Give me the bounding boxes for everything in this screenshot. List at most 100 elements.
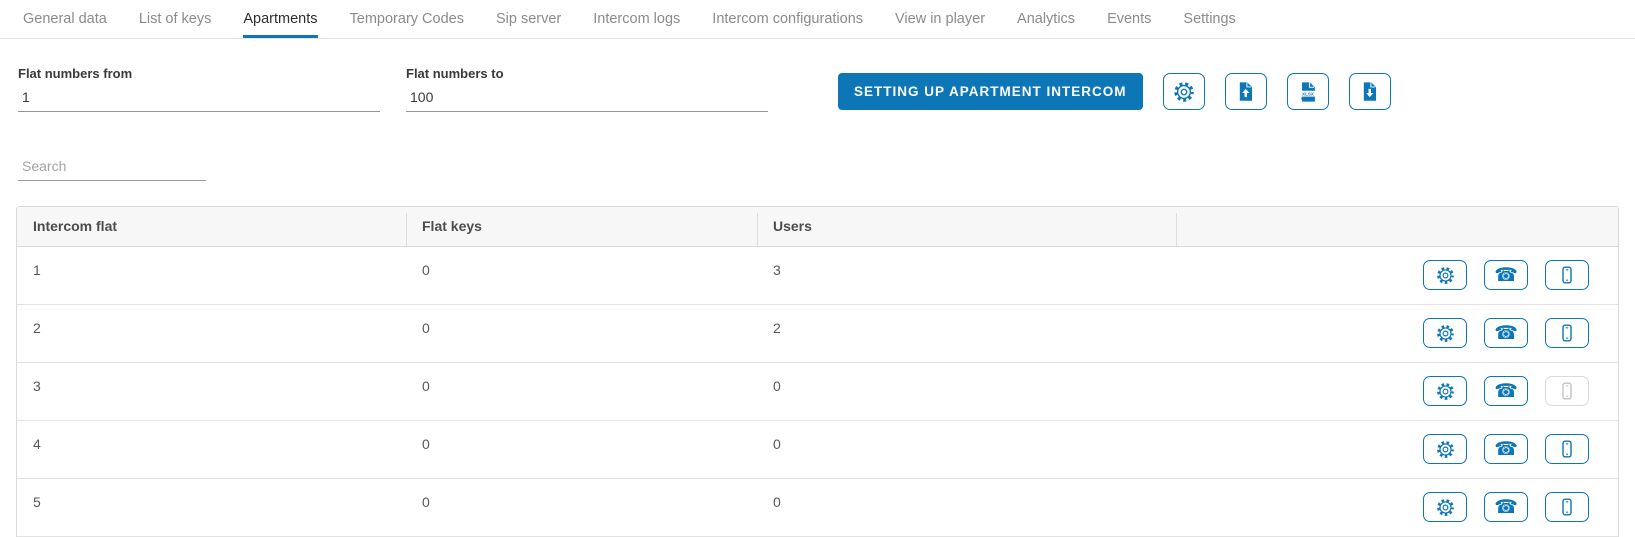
tab-label: View in player — [895, 11, 986, 27]
table-row: 4 0 0 ☎ — [17, 420, 1618, 479]
tab-analytics[interactable]: Analytics — [1017, 0, 1075, 38]
tab-sip-server[interactable]: Sip server — [496, 0, 561, 38]
search-row — [0, 112, 1635, 181]
mobile-phone-icon — [1557, 265, 1577, 285]
file-upload-icon — [1235, 81, 1256, 102]
tab-label: Intercom configurations — [712, 11, 864, 27]
tab-label: Intercom logs — [593, 11, 681, 27]
tab-apartments[interactable]: Apartments — [243, 0, 318, 38]
table-header-row: Intercom flat Flat keys Users — [17, 207, 1618, 247]
phone-icon: ☎ — [1494, 379, 1518, 402]
search-input[interactable] — [18, 154, 206, 181]
tabs-bar: General data List of keys Apartments Tem… — [0, 0, 1635, 39]
phone-icon: ☎ — [1494, 263, 1518, 286]
table-row: 2 0 2 ☎ — [17, 304, 1618, 363]
call-phone-button[interactable]: ☎ — [1484, 376, 1529, 406]
cell-users: 0 — [757, 420, 1176, 479]
tab-general-data[interactable]: General data — [23, 0, 107, 38]
flat-numbers-to-field: Flat numbers to — [406, 66, 768, 112]
import-file-button[interactable] — [1224, 73, 1267, 110]
flat-settings-button[interactable] — [1423, 492, 1468, 522]
cell-intercom-flat: 3 — [17, 362, 406, 421]
flat-settings-button[interactable] — [1423, 376, 1468, 406]
call-phone-button[interactable]: ☎ — [1484, 318, 1529, 348]
flat-numbers-from-field: Flat numbers from — [18, 66, 380, 112]
mobile-app-button[interactable] — [1545, 492, 1589, 522]
table-body: 1 0 3 ☎ 2 0 2 ☎ 3 0 0 ☎ 4 0 0 ☎ 5 0 0 ☎ — [17, 246, 1618, 537]
table-row: 5 0 0 ☎ — [17, 478, 1618, 537]
apartments-table: Intercom flat Flat keys Users 1 0 3 ☎ 2 … — [16, 206, 1619, 537]
mobile-app-button[interactable] — [1545, 260, 1589, 290]
call-phone-button[interactable]: ☎ — [1484, 434, 1529, 464]
gear-icon — [1436, 382, 1455, 401]
tab-list-of-keys[interactable]: List of keys — [139, 0, 212, 38]
cell-flat-keys: 0 — [406, 246, 757, 305]
tab-label: List of keys — [138, 11, 212, 27]
gear-icon — [1436, 266, 1455, 285]
cell-actions: ☎ — [1176, 246, 1618, 305]
cell-intercom-flat: 2 — [17, 304, 406, 363]
tab-label: Sip server — [495, 11, 562, 27]
gear-icon — [1436, 440, 1455, 459]
cell-actions: ☎ — [1176, 362, 1618, 421]
intercom-settings-button[interactable] — [1162, 73, 1205, 110]
phone-icon: ☎ — [1494, 495, 1518, 518]
cell-flat-keys: 0 — [406, 478, 757, 537]
cell-actions: ☎ — [1176, 478, 1618, 537]
svg-text:XLSX: XLSX — [1302, 91, 1315, 96]
flat-settings-button[interactable] — [1423, 434, 1468, 464]
tab-settings[interactable]: Settings — [1183, 0, 1235, 38]
cell-intercom-flat: 5 — [17, 478, 406, 537]
phone-icon: ☎ — [1494, 437, 1518, 460]
mobile-app-button[interactable] — [1545, 318, 1589, 348]
tab-label: Temporary Codes — [349, 11, 464, 27]
cell-actions: ☎ — [1176, 420, 1618, 479]
file-download-icon — [1359, 81, 1380, 102]
cell-users: 3 — [757, 246, 1176, 305]
cell-flat-keys: 0 — [406, 420, 757, 479]
mobile-phone-icon — [1557, 439, 1577, 459]
tab-events[interactable]: Events — [1107, 0, 1151, 38]
call-phone-button[interactable]: ☎ — [1484, 492, 1529, 522]
mobile-phone-icon — [1557, 323, 1577, 343]
cell-intercom-flat: 4 — [17, 420, 406, 479]
cell-intercom-flat: 1 — [17, 246, 406, 305]
mobile-app-button[interactable] — [1545, 434, 1589, 464]
cell-flat-keys: 0 — [406, 362, 757, 421]
flat-numbers-to-input[interactable] — [406, 87, 768, 112]
tab-intercom-configurations[interactable]: Intercom configurations — [712, 0, 863, 38]
flat-numbers-from-label: Flat numbers from — [18, 66, 133, 81]
call-phone-button[interactable]: ☎ — [1484, 260, 1529, 290]
mobile-app-button — [1545, 376, 1589, 406]
setup-apartment-intercom-button[interactable]: SETTING UP APARTMENT INTERCOM — [838, 73, 1143, 110]
tab-label: Analytics — [1017, 11, 1076, 27]
column-header-intercom-flat: Intercom flat — [17, 207, 406, 247]
flat-numbers-from-input[interactable] — [18, 87, 380, 112]
tab-temporary-codes[interactable]: Temporary Codes — [350, 0, 464, 38]
cell-actions: ☎ — [1176, 304, 1618, 363]
tab-view-in-player[interactable]: View in player — [895, 0, 985, 38]
cell-users: 2 — [757, 304, 1176, 363]
cell-flat-keys: 0 — [406, 304, 757, 363]
export-xlsx-button[interactable]: XLSX — [1286, 73, 1329, 110]
gear-icon — [1436, 324, 1455, 343]
filters-toolbar: Flat numbers from Flat numbers to SETTIN… — [0, 39, 1635, 112]
flat-settings-button[interactable] — [1423, 260, 1468, 290]
tab-label: Apartments — [243, 11, 318, 27]
tab-label: Settings — [1183, 11, 1236, 27]
mobile-phone-icon — [1557, 497, 1577, 517]
column-header-flat-keys: Flat keys — [406, 207, 757, 247]
cell-users: 0 — [757, 478, 1176, 537]
download-file-button[interactable] — [1348, 73, 1391, 110]
gear-icon — [1436, 498, 1455, 517]
phone-icon: ☎ — [1494, 321, 1518, 344]
table-row: 3 0 0 ☎ — [17, 362, 1618, 421]
flat-numbers-to-label: Flat numbers to — [406, 66, 504, 81]
mobile-phone-icon — [1557, 381, 1577, 401]
table-row: 1 0 3 ☎ — [17, 246, 1618, 305]
column-header-users: Users — [757, 207, 1176, 247]
xlsx-file-icon: XLSX — [1297, 81, 1319, 103]
flat-settings-button[interactable] — [1423, 318, 1468, 348]
tab-intercom-logs[interactable]: Intercom logs — [593, 0, 680, 38]
column-header-actions — [1176, 207, 1618, 247]
